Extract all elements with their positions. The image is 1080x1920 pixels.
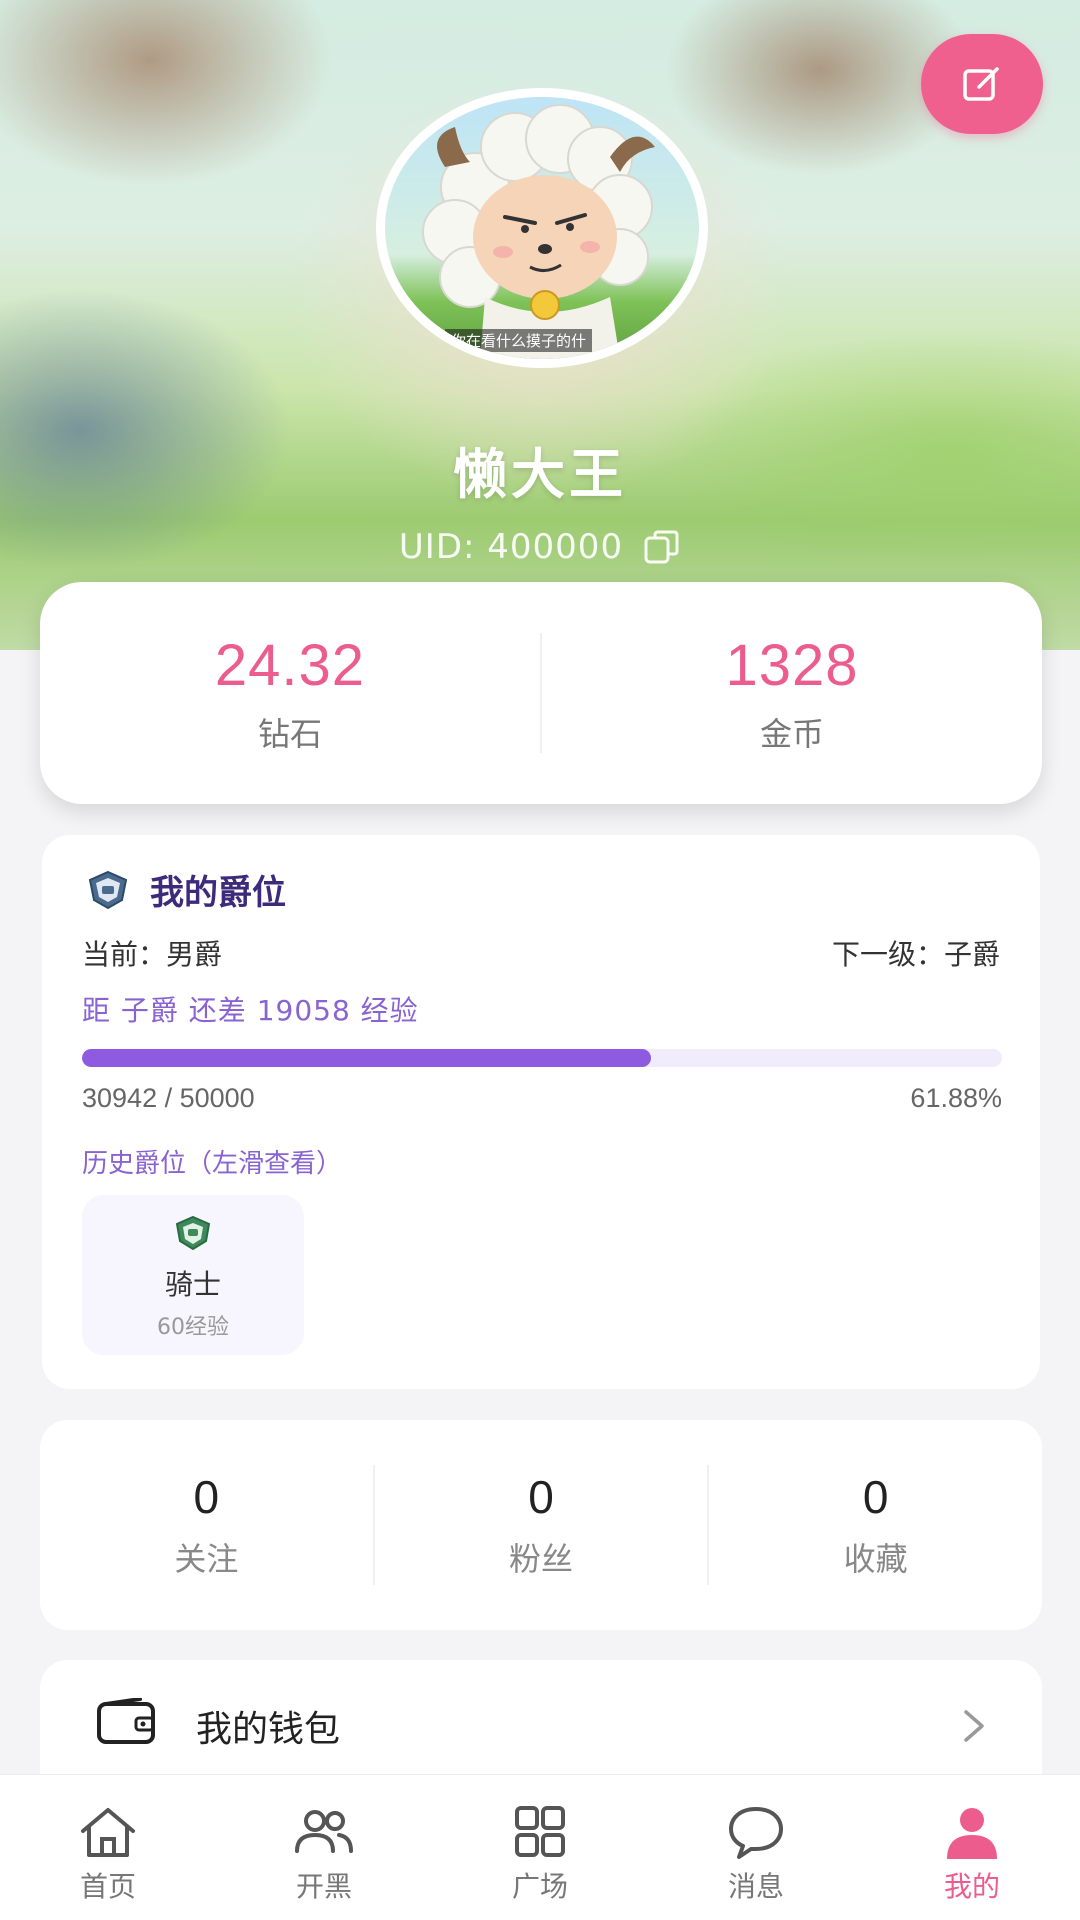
history-rank-item[interactable]: 骑士 60经验 [82,1195,304,1355]
username: 懒大王 [453,443,627,506]
rank-progress-percent: 61.88% [910,1083,1002,1113]
nav-item-square[interactable]: 广场 [432,1775,648,1920]
person-icon [947,1808,997,1859]
edit-profile-button[interactable] [921,34,1043,134]
wallet-label: 我的钱包 [196,1709,341,1750]
avatar-image: 你在看什么摸子的什 [385,97,699,359]
avatar[interactable]: 你在看什么摸子的什 [376,88,708,368]
chevron-right-icon [964,1710,984,1742]
history-rank-label: 历史爵位（左滑查看） [82,1149,343,1179]
avatar-caption: 你在看什么摸子的什 [445,329,593,352]
bottom-nav: 首页 开黑 广场 消息 我的 [0,1774,1080,1920]
grid-icon [515,1806,565,1857]
rank-title-row: 我的爵位 [86,865,286,914]
coin-balance[interactable]: 1328 金币 [542,632,1042,755]
following-label: 关注 [174,1540,239,1578]
nav-label-square: 广场 [511,1870,568,1903]
nav-item-mine[interactable]: 我的 [864,1775,1080,1920]
fans-stat[interactable]: 0 粉丝 [375,1470,708,1580]
balance-card: 24.32 钻石 1328 金币 [40,582,1042,804]
diamond-balance[interactable]: 24.32 钻石 [40,632,540,755]
group-icon [295,1810,353,1853]
coin-value: 1328 [725,632,859,698]
nav-label-home: 首页 [79,1870,136,1903]
copy-icon[interactable] [643,528,681,566]
social-stats-card: 0 关注 0 粉丝 0 收藏 [40,1420,1042,1630]
following-stat[interactable]: 0 关注 [40,1470,373,1580]
chat-icon [729,1807,783,1859]
sheep-illustration [422,104,655,359]
history-rank-exp: 60经验 [157,1315,229,1340]
edit-icon [963,67,999,101]
rank-progress-count: 30942 / 50000 [82,1083,255,1113]
knight-badge-icon [175,1215,211,1251]
uid-text: UID: 400000 [398,527,624,567]
diamond-label: 钻石 [257,714,322,753]
rank-card: 我的爵位 当前：男爵 下一级：子爵 距 子爵 还差 19058 经验 30942… [42,835,1040,1389]
nav-label-team: 开黑 [295,1870,352,1903]
favorites-stat[interactable]: 0 收藏 [709,1470,1042,1580]
next-rank: 下一级：子爵 [831,938,1000,971]
shield-badge-icon [88,870,128,909]
uid-row: UID: 400000 [0,527,1080,567]
profile-header: 你在看什么摸子的什 懒大王 UID: 400000 [0,0,1080,650]
home-icon [81,1808,135,1857]
coin-label: 金币 [759,714,824,753]
nav-item-home[interactable]: 首页 [0,1775,216,1920]
diamond-value: 24.32 [214,632,366,698]
nav-item-team[interactable]: 开黑 [216,1775,432,1920]
nav-label-mine: 我的 [943,1870,1000,1903]
following-count: 0 [193,1471,220,1523]
wallet-icon [97,1698,155,1744]
fans-count: 0 [528,1471,554,1523]
nav-label-messages: 消息 [727,1870,784,1903]
rank-title: 我的爵位 [150,873,286,913]
rank-progress-bar [82,1049,1002,1067]
favorites-label: 收藏 [843,1540,908,1578]
fans-label: 粉丝 [509,1540,574,1578]
nav-item-messages[interactable]: 消息 [648,1775,864,1920]
rank-gap-text: 距 子爵 还差 19058 经验 [82,994,419,1027]
current-rank: 当前：男爵 [82,938,223,971]
rank-progress-fill [82,1049,652,1067]
history-rank-name: 骑士 [164,1268,221,1301]
favorites-count: 0 [862,1471,889,1523]
